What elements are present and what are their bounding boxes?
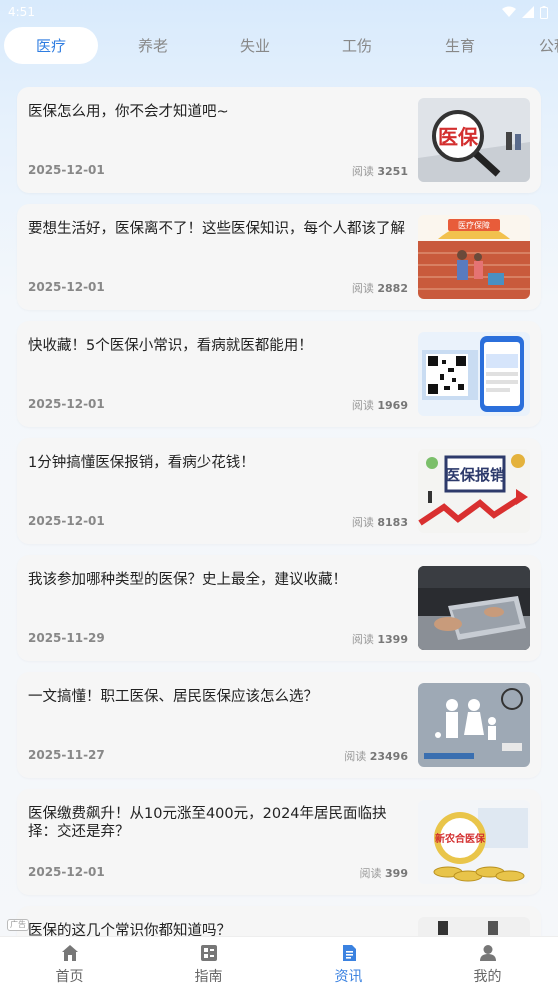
article-views: 阅读 1399 xyxy=(352,631,408,647)
article-title: 医保缴费飙升！从10元涨至400元，2024年居民面临抉择：交还是弃？ xyxy=(28,806,387,840)
tab-work-injury[interactable]: 工伤 xyxy=(310,27,404,64)
nav-home[interactable]: 首页 xyxy=(0,937,139,992)
nav-guide-label: 指南 xyxy=(194,969,223,985)
umbrella-family-image: 医疗保障 xyxy=(418,215,530,299)
article-thumbnail: 医保 xyxy=(418,98,530,182)
article-title: 1分钟搞懂医保报销，看病少花钱！ xyxy=(28,455,255,471)
ad-tag: 广告 xyxy=(7,919,29,931)
article-card[interactable]: 医保缴费飙升！从10元涨至400元，2024年居民面临抉择：交还是弃？ 2025… xyxy=(17,789,541,895)
article-title: 我该参加哪种类型的医保？史上最全，建议收藏！ xyxy=(28,572,347,588)
article-title: 医保怎么用，你不会才知道吧~ xyxy=(28,104,229,120)
article-date: 2025-12-01 xyxy=(28,514,105,528)
nav-news[interactable]: 资讯 xyxy=(279,937,418,992)
magnifier-insurance-image: 医保 xyxy=(418,98,530,182)
views-label: 阅读 xyxy=(351,516,374,529)
article-date: 2025-12-01 xyxy=(28,280,105,294)
article-thumbnail: 医疗保障 xyxy=(418,215,530,299)
article-thumbnail: 医保报销 xyxy=(418,449,530,533)
views-count: 1399 xyxy=(377,633,408,646)
svg-text:医疗保障: 医疗保障 xyxy=(458,220,490,230)
tab-unemployment[interactable]: 失业 xyxy=(208,27,302,64)
article-views: 阅读 23496 xyxy=(344,748,408,764)
category-tabs: 医疗 养老 失业 工伤 生育 公积 xyxy=(0,24,558,68)
profile-icon xyxy=(479,945,496,961)
article-date: 2025-12-01 xyxy=(28,397,105,411)
news-icon xyxy=(342,945,356,961)
paper-family-image xyxy=(418,683,530,767)
views-count: 3251 xyxy=(377,165,408,178)
reimbursement-arrow-image: 医保报销 xyxy=(418,449,530,533)
article-thumbnail xyxy=(418,332,530,416)
article-thumbnail: 新农合医保 xyxy=(418,800,530,884)
article-views: 阅读 2882 xyxy=(352,280,408,296)
svg-text:医保报销: 医保报销 xyxy=(445,466,505,484)
tab-housing-fund[interactable]: 公积 xyxy=(502,27,558,64)
article-card[interactable]: 我该参加哪种类型的医保？史上最全，建议收藏！ 2025-11-29 阅读 139… xyxy=(17,555,541,661)
views-count: 399 xyxy=(385,867,408,880)
tab-pension[interactable]: 养老 xyxy=(106,27,200,64)
bottom-nav: 首页 指南 资讯 我的 xyxy=(0,936,558,992)
status-icons xyxy=(502,5,548,19)
views-label: 阅读 xyxy=(351,165,374,178)
article-card[interactable]: 1分钟搞懂医保报销，看病少花钱！ 2025-12-01 阅读 8183 医保报销 xyxy=(17,438,541,544)
home-icon xyxy=(61,945,78,961)
views-count: 8183 xyxy=(377,516,408,529)
status-time: 4:51 xyxy=(8,5,35,19)
article-date: 2025-11-27 xyxy=(28,748,105,762)
article-views: 阅读 399 xyxy=(360,865,408,881)
signal-icon xyxy=(522,6,534,18)
guide-icon xyxy=(200,945,217,961)
nav-guide[interactable]: 指南 xyxy=(139,937,278,992)
article-thumbnail xyxy=(418,566,530,650)
coins-seal-image: 新农合医保 xyxy=(418,800,530,884)
tab-maternity[interactable]: 生育 xyxy=(413,27,507,64)
svg-text:新农合医保: 新农合医保 xyxy=(435,832,486,845)
article-date: 2025-12-01 xyxy=(28,865,105,879)
qr-phone-image xyxy=(418,332,530,416)
views-label: 阅读 xyxy=(344,750,367,763)
article-card[interactable]: 快收藏！5个医保小常识，看病就医都能用！ 2025-12-01 阅读 1969 xyxy=(17,321,541,427)
article-views: 阅读 1969 xyxy=(352,397,408,413)
article-card[interactable]: 医保怎么用，你不会才知道吧~ 2025-12-01 阅读 3251 医保 xyxy=(17,87,541,193)
nav-home-label: 首页 xyxy=(55,969,84,985)
article-thumbnail xyxy=(418,683,530,767)
article-card[interactable]: 要想生活好，医保离不了！这些医保知识，每个人都该了解 2025-12-01 阅读… xyxy=(17,204,541,310)
views-label: 阅读 xyxy=(351,399,374,412)
article-title: 快收藏！5个医保小常识，看病就医都能用！ xyxy=(28,338,313,354)
article-views: 阅读 8183 xyxy=(352,514,408,530)
article-title: 一文搞懂！职工医保、居民医保应该怎么选？ xyxy=(28,689,318,705)
tab-medical[interactable]: 医疗 xyxy=(4,27,98,64)
views-count: 23496 xyxy=(369,750,408,763)
views-count: 2882 xyxy=(377,282,408,295)
battery-icon xyxy=(540,5,548,19)
views-label: 阅读 xyxy=(359,867,382,880)
article-date: 2025-12-01 xyxy=(28,163,105,177)
wifi-icon xyxy=(502,6,516,17)
nav-profile-label: 我的 xyxy=(473,969,502,985)
views-count: 1969 xyxy=(377,399,408,412)
svg-text:医保: 医保 xyxy=(438,125,479,149)
nav-profile[interactable]: 我的 xyxy=(418,937,557,992)
article-date: 2025-11-29 xyxy=(28,631,105,645)
article-card[interactable]: 一文搞懂！职工医保、居民医保应该怎么选？ 2025-11-27 阅读 23496 xyxy=(17,672,541,778)
laptop-hands-image xyxy=(418,566,530,650)
article-title: 要想生活好，医保离不了！这些医保知识，每个人都该了解 xyxy=(28,221,405,237)
views-label: 阅读 xyxy=(351,633,374,646)
nav-news-label: 资讯 xyxy=(334,969,363,985)
views-label: 阅读 xyxy=(351,282,374,295)
status-bar: 4:51 xyxy=(0,0,558,24)
article-views: 阅读 3251 xyxy=(352,163,408,179)
